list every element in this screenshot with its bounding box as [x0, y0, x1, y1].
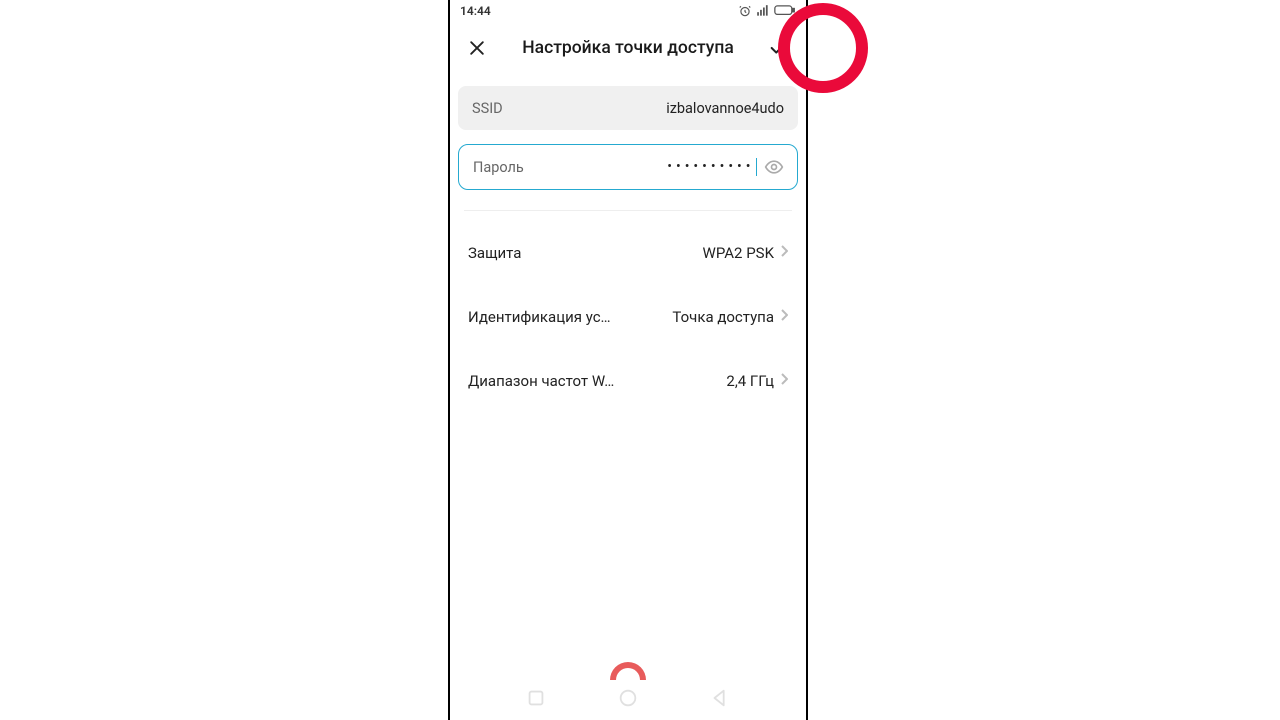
password-label: Пароль	[473, 159, 524, 176]
device-id-row[interactable]: Идентификация ус… Точка доступа	[458, 285, 798, 349]
circle-icon	[617, 687, 639, 709]
password-field[interactable]: Пароль ••••••••••	[458, 144, 798, 190]
confirm-button[interactable]	[764, 33, 794, 63]
battery-icon	[774, 5, 796, 17]
security-label: Защита	[468, 244, 521, 262]
square-icon	[525, 687, 547, 709]
ssid-label: SSID	[472, 100, 503, 117]
ssid-value: izbalovannoe4udo	[503, 100, 784, 117]
divider	[464, 210, 792, 211]
check-icon	[768, 37, 790, 59]
phone-frame: 14:44 Настройка точки доступа SSID izbal…	[448, 0, 808, 720]
eye-icon	[764, 157, 784, 177]
toggle-password-visibility[interactable]	[761, 154, 787, 180]
chevron-right-icon	[780, 309, 788, 325]
ssid-field[interactable]: SSID izbalovannoe4udo	[458, 86, 798, 130]
status-time: 14:44	[460, 4, 491, 18]
status-icons	[738, 4, 796, 18]
band-row[interactable]: Диапазон частот W… 2,4 ГГц	[458, 349, 798, 413]
password-value: ••••••••••	[524, 158, 761, 176]
header-bar: Настройка точки доступа	[450, 22, 806, 74]
alarm-icon	[738, 4, 752, 18]
security-value: WPA2 PSK	[521, 244, 780, 262]
navigation-bar	[450, 676, 806, 720]
close-icon	[467, 38, 487, 58]
band-label: Диапазон частот W…	[468, 372, 614, 390]
nav-recent-button[interactable]	[525, 687, 547, 709]
device-id-value: Точка доступа	[611, 308, 780, 326]
nav-back-button[interactable]	[709, 687, 731, 709]
chevron-right-icon	[780, 373, 788, 389]
security-row[interactable]: Защита WPA2 PSK	[458, 221, 798, 285]
text-cursor	[756, 158, 758, 176]
device-id-label: Идентификация ус…	[468, 308, 611, 326]
status-bar: 14:44	[450, 0, 806, 22]
signal-icon	[756, 4, 770, 18]
content-area: SSID izbalovannoe4udo Пароль •••••••••• …	[450, 74, 806, 413]
nav-home-button[interactable]	[617, 687, 639, 709]
chevron-right-icon	[780, 245, 788, 261]
triangle-left-icon	[709, 687, 731, 709]
band-value: 2,4 ГГц	[614, 372, 780, 390]
page-title: Настройка точки доступа	[502, 38, 754, 58]
close-button[interactable]	[462, 33, 492, 63]
